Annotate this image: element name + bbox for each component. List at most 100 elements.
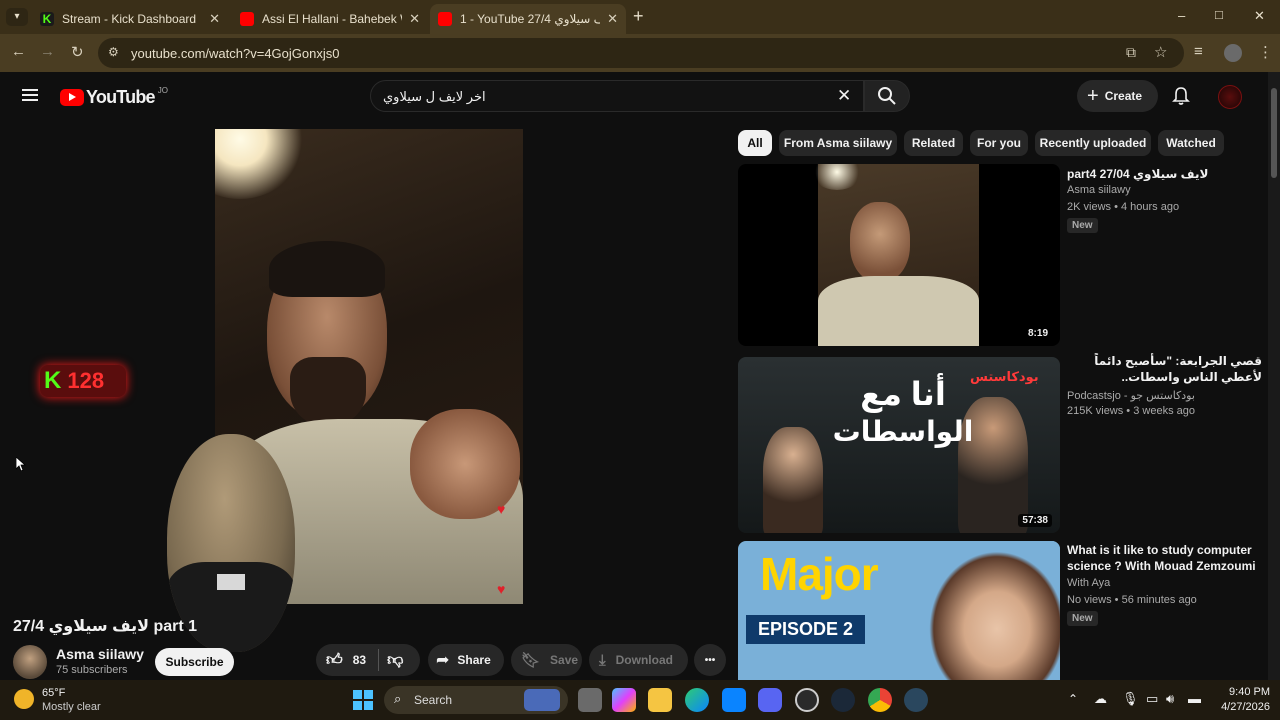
save-label: Save xyxy=(550,653,579,667)
steam-icon[interactable] xyxy=(831,688,855,712)
chip-from-channel[interactable]: From Asma siilawy xyxy=(779,130,897,156)
share-button[interactable]: ➦ Share xyxy=(428,644,504,676)
forward-icon[interactable]: → xyxy=(40,43,55,60)
tab-youtube-live[interactable]: 1 - YouTube 27/4 لايف سيلاوي ✕ xyxy=(430,4,626,34)
network-icon[interactable]: ☁ xyxy=(1094,691,1107,707)
create-label: Create xyxy=(1104,89,1143,103)
recommendation-channel[interactable]: With Aya xyxy=(1067,577,1110,589)
mouse-cursor-icon xyxy=(16,457,26,471)
browser-toolbar: ← → ↻ ⚙ youtube.com/watch?v=4GojGonxjs0 … xyxy=(0,34,1280,72)
dislike-button[interactable]: 👎︎ xyxy=(379,651,403,670)
youtube-logo[interactable]: YouTube JO xyxy=(60,86,168,107)
chip-all[interactable]: All xyxy=(738,130,772,156)
obs-icon[interactable] xyxy=(795,688,819,712)
chrome-icon[interactable] xyxy=(868,688,892,712)
youtube-logo-text: YouTube xyxy=(86,86,156,107)
task-view-icon[interactable] xyxy=(578,688,602,712)
chip-for-you[interactable]: For you xyxy=(970,130,1028,156)
video-person-hair xyxy=(269,241,385,297)
search-input[interactable]: اخر لايف ل سيلاوي ✕ xyxy=(370,80,864,112)
more-actions-button[interactable]: ••• xyxy=(694,644,726,676)
video-duration: 57:38 xyxy=(1018,514,1052,527)
media-control-icon[interactable]: ≡ xyxy=(1194,43,1203,60)
new-badge: New xyxy=(1067,611,1098,626)
search-query-text[interactable]: اخر لايف ل سيلاوي xyxy=(383,89,486,105)
like-dislike-group: 👍︎ 83 👎︎ xyxy=(316,644,420,676)
url-text[interactable]: youtube.com/watch?v=4GojGonxjs0 xyxy=(131,46,339,61)
clock[interactable]: 9:40 PM 4/27/2026 xyxy=(1214,686,1270,713)
search-button[interactable] xyxy=(864,80,910,112)
clear-search-icon[interactable]: ✕ xyxy=(837,86,851,106)
bookmark-star-icon[interactable]: ☆ xyxy=(1154,43,1167,61)
site-info-icon[interactable]: ⚙ xyxy=(108,45,119,59)
weather-widget[interactable]: 65°F Mostly clear xyxy=(14,686,124,714)
tab-close-icon[interactable]: ✕ xyxy=(607,11,618,27)
copilot-icon[interactable] xyxy=(612,688,636,712)
microphone-icon[interactable]: 🎙︎ xyxy=(1122,691,1139,707)
page-scrollbar[interactable] xyxy=(1268,72,1280,680)
channel-avatar[interactable] xyxy=(13,645,47,679)
recommendation-title[interactable]: part4 27/04 لايف سيلاوي xyxy=(1067,166,1262,182)
file-explorer-icon[interactable] xyxy=(648,688,672,712)
clock-date: 4/27/2026 xyxy=(1221,701,1270,713)
search-icon: ⌕ xyxy=(394,691,402,706)
channel-name[interactable]: Asma siilawy xyxy=(56,646,144,662)
kick-logo-icon: K xyxy=(44,367,62,394)
maximize-button[interactable]: □ xyxy=(1215,7,1223,22)
tab-close-icon[interactable]: ✕ xyxy=(409,11,420,27)
volume-icon[interactable]: 🔊︎ xyxy=(1166,691,1174,707)
reload-icon[interactable]: ↻ xyxy=(71,43,84,61)
save-button[interactable]: 🔖︎ Save xyxy=(511,644,582,676)
chip-related[interactable]: Related xyxy=(904,130,963,156)
new-tab-button[interactable]: + xyxy=(633,6,644,27)
back-icon[interactable]: ← xyxy=(11,43,26,60)
like-button[interactable]: 👍︎ 83 xyxy=(316,644,366,676)
notifications-bell-icon[interactable] xyxy=(1171,86,1191,106)
chip-recently-uploaded[interactable]: Recently uploaded xyxy=(1035,130,1151,156)
edge-icon[interactable] xyxy=(685,688,709,712)
display-icon[interactable]: ▭ xyxy=(1146,691,1158,707)
tab-title: 1 - YouTube 27/4 لايف سيلاوي xyxy=(460,12,600,26)
discord-icon[interactable] xyxy=(758,688,782,712)
recommendation-title[interactable]: What is it like to study computer scienc… xyxy=(1067,542,1262,574)
profile-avatar[interactable] xyxy=(1224,44,1242,62)
steam-app-icon[interactable] xyxy=(904,688,928,712)
windows-start-icon[interactable] xyxy=(353,690,373,710)
tab-kick-dashboard[interactable]: K Stream - Kick Dashboard ✕ xyxy=(32,4,228,34)
tab-close-icon[interactable]: ✕ xyxy=(209,11,220,27)
chip-watched[interactable]: Watched xyxy=(1158,130,1224,156)
recommendation-thumbnail[interactable]: بودكاستس أنا مع الواسطات 57:38 xyxy=(738,357,1060,533)
recommendation-thumbnail[interactable]: 8:19 xyxy=(738,164,1060,346)
recommendation-title[interactable]: قصي الجرابعة: "سأصبح دائماً لأعطي الناس … xyxy=(1067,353,1262,385)
thumbnail-brand-text: بودكاستس xyxy=(970,369,1039,384)
video-title: 27/4 لايف سيلاوي part 1 xyxy=(13,618,198,635)
taskbar-search-box[interactable]: ⌕ Search xyxy=(384,686,568,714)
recommendation-channel[interactable]: Podcastsjo - بودكاستس جو xyxy=(1067,389,1195,402)
subscribe-button[interactable]: Subscribe xyxy=(155,648,234,676)
show-hidden-icons[interactable]: ⌃ xyxy=(1068,692,1078,706)
recommendation-meta: No views • 56 minutes ago xyxy=(1067,594,1197,606)
close-window-button[interactable]: ✕ xyxy=(1254,8,1265,24)
download-button[interactable]: ⤓ Download xyxy=(589,644,688,676)
recommendation-channel[interactable]: Asma siilawy xyxy=(1067,184,1131,196)
browser-menu-icon[interactable]: ⋮ xyxy=(1258,43,1273,61)
kick-favicon-icon: K xyxy=(40,12,54,26)
recommendation-thumbnail[interactable]: Major EPISODE 2 xyxy=(738,541,1060,680)
share-icon: ➦ xyxy=(436,652,450,669)
account-avatar[interactable] xyxy=(1218,85,1242,109)
battery-icon[interactable]: ▬ xyxy=(1188,691,1201,706)
recommendation-meta: 2K views • 4 hours ago xyxy=(1067,201,1180,213)
weather-description: Mostly clear xyxy=(42,701,101,713)
minimize-button[interactable]: – xyxy=(1178,8,1185,23)
address-bar[interactable]: ⚙ youtube.com/watch?v=4GojGonxjs0 ⧉ ☆ xyxy=(98,38,1184,68)
microsoft-store-icon[interactable] xyxy=(722,688,746,712)
thumbs-up-icon: 👍︎ xyxy=(326,651,343,669)
download-icon: ⤓ xyxy=(599,651,606,669)
more-icon: ••• xyxy=(704,654,716,666)
create-button[interactable]: + Create xyxy=(1077,80,1158,112)
browser-tab-bar: ▾ K Stream - Kick Dashboard ✕ Assi El Ha… xyxy=(0,0,1280,34)
tab-assi-el-hallani[interactable]: Assi El Hallani - Bahebek We Bg ✕ xyxy=(232,4,428,34)
hamburger-menu-icon[interactable] xyxy=(22,89,38,101)
tab-list-dropdown[interactable]: ▾ xyxy=(6,8,28,26)
install-app-icon[interactable]: ⧉ xyxy=(1126,44,1136,61)
